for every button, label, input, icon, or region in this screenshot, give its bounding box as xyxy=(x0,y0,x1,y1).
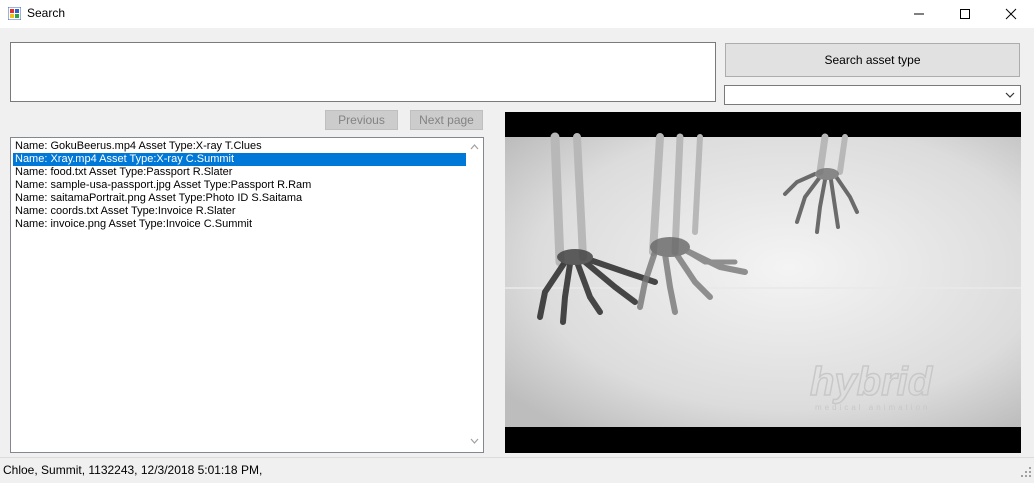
results-list[interactable]: Name: GokuBeerus.mp4 Asset Type:X-ray T.… xyxy=(10,137,484,453)
resize-grip-icon[interactable] xyxy=(1020,466,1032,478)
minimize-button[interactable] xyxy=(896,0,942,28)
maximize-button[interactable] xyxy=(942,0,988,28)
minimize-icon xyxy=(914,13,924,15)
watermark-text: hybrid xyxy=(810,360,934,404)
list-item-selected[interactable]: Name: Xray.mp4 Asset Type:X-ray C.Summit xyxy=(13,153,466,166)
list-item[interactable]: Name: coords.txt Asset Type:Invoice R.Sl… xyxy=(13,205,466,218)
media-preview[interactable]: hybrid medical animation xyxy=(505,112,1021,453)
chevron-down-icon xyxy=(1005,92,1015,98)
search-asset-type-button[interactable]: Search asset type xyxy=(725,43,1020,77)
list-item[interactable]: Name: saitamaPortrait.png Asset Type:Pho… xyxy=(13,192,466,205)
maximize-icon xyxy=(960,9,970,19)
asset-type-dropdown[interactable] xyxy=(724,85,1021,105)
close-icon xyxy=(1005,8,1017,20)
close-button[interactable] xyxy=(988,0,1034,28)
next-page-button[interactable]: Next page xyxy=(410,110,483,130)
title-bar: Search xyxy=(0,0,1034,28)
search-input[interactable] xyxy=(10,42,716,102)
list-item[interactable]: Name: sample-usa-passport.jpg Asset Type… xyxy=(13,179,466,192)
previous-button[interactable]: Previous xyxy=(325,110,398,130)
status-text: Chloe, Summit, 1132243, 12/3/2018 5:01:1… xyxy=(3,463,263,477)
list-item[interactable]: Name: invoice.png Asset Type:Invoice C.S… xyxy=(13,218,466,231)
status-bar: Chloe, Summit, 1132243, 12/3/2018 5:01:1… xyxy=(0,457,1034,483)
scroll-down-icon[interactable] xyxy=(470,438,479,444)
xray-hands-image: hybrid medical animation xyxy=(505,112,1021,453)
vertical-scrollbar[interactable] xyxy=(466,138,483,452)
app-icon xyxy=(7,6,22,21)
watermark-subtext: medical animation xyxy=(815,403,930,412)
scroll-up-icon[interactable] xyxy=(470,144,479,150)
list-item[interactable]: Name: GokuBeerus.mp4 Asset Type:X-ray T.… xyxy=(13,140,466,153)
window-title: Search xyxy=(27,6,66,20)
list-item[interactable]: Name: food.txt Asset Type:Passport R.Sla… xyxy=(13,166,466,179)
